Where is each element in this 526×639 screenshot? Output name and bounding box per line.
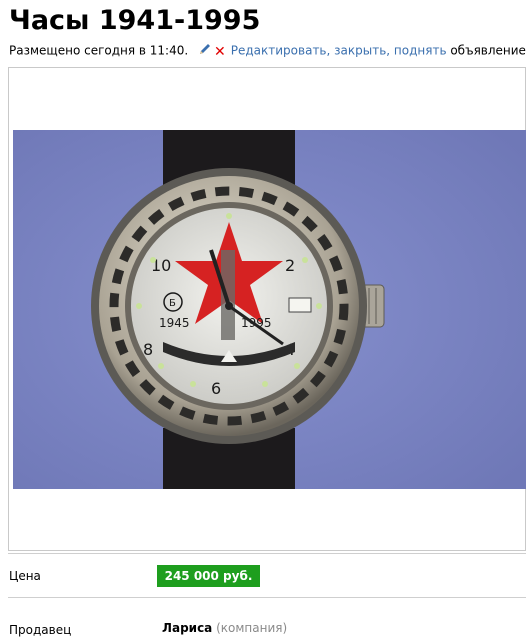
price-divider-top bbox=[8, 553, 526, 554]
dial-logo: Б bbox=[169, 298, 176, 309]
page-title: Часы 1941-1995 bbox=[9, 5, 261, 36]
photo-frame: 10 2 8 4 6 Б 1945 1995 bbox=[8, 67, 526, 551]
seller-label: Продавец bbox=[9, 623, 72, 637]
manage-listing-suffix: объявление bbox=[450, 43, 526, 58]
seller-info: Лариса (компания) bbox=[162, 620, 287, 636]
dial-numeral-2: 2 bbox=[285, 256, 295, 275]
pencil-icon[interactable] bbox=[198, 42, 212, 60]
posted-time: Размещено сегодня в 11:40. bbox=[9, 43, 189, 58]
manage-listing-link[interactable]: Редактировать, закрыть, поднять bbox=[231, 44, 447, 58]
listing-meta: Размещено сегодня в 11:40. ✕ Редактироват… bbox=[9, 42, 526, 60]
price-badge: 245 000 руб. bbox=[157, 565, 260, 587]
listing-photo[interactable]: 10 2 8 4 6 Б 1945 1995 bbox=[13, 130, 526, 489]
seller-name[interactable]: Лариса bbox=[162, 621, 212, 635]
dial-numeral-8: 8 bbox=[143, 340, 153, 359]
price-label: Цена bbox=[9, 569, 41, 583]
seller-type: (компания) bbox=[216, 621, 288, 635]
close-icon[interactable]: ✕ bbox=[214, 44, 226, 60]
dial-numeral-6: 6 bbox=[211, 379, 221, 398]
dial-year-left: 1945 bbox=[159, 316, 190, 330]
price-divider-bottom bbox=[8, 597, 526, 598]
